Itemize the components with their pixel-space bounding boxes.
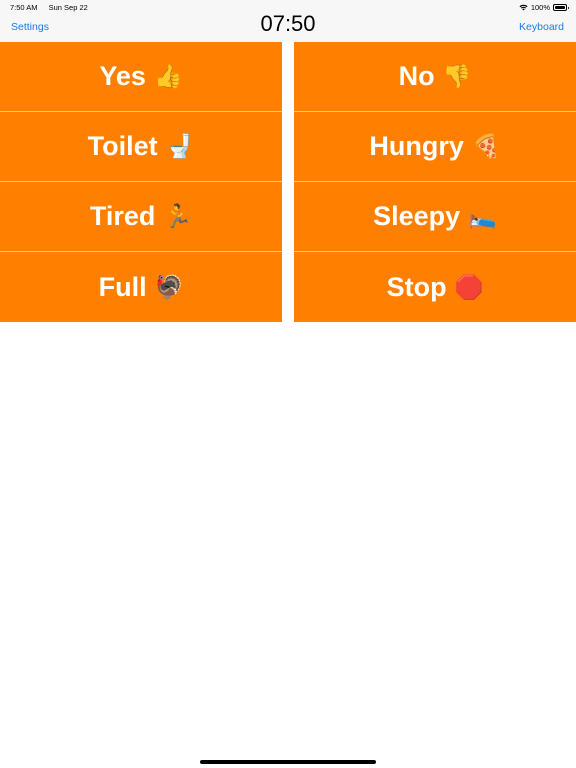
phrase-column-right: No 👎 Hungry 🍕 Sleepy 🛌 Stop 🛑 [294, 42, 576, 322]
phrase-grid: Yes 👍 Toilet 🚽 Tired 🏃 Full 🦃 No 👎 Hungr… [0, 42, 576, 322]
tile-full[interactable]: Full 🦃 [0, 252, 282, 322]
battery-icon [553, 4, 569, 11]
tile-label: Stop [386, 271, 447, 302]
phrase-column-left: Yes 👍 Toilet 🚽 Tired 🏃 Full 🦃 [0, 42, 282, 322]
keyboard-button[interactable]: Keyboard [519, 21, 564, 33]
status-date: Sun Sep 22 [48, 3, 88, 12]
tile-no[interactable]: No 👎 [294, 42, 576, 112]
clock-title: 07:50 [260, 11, 316, 36]
battery-fill [555, 6, 565, 9]
running-person-icon: 🏃 [163, 203, 193, 229]
pizza-icon: 🍕 [471, 133, 501, 159]
status-left: 7:50 AM Sun Sep 22 [10, 3, 88, 12]
tile-label: Toilet [87, 131, 158, 161]
tile-hungry[interactable]: Hungry 🍕 [294, 112, 576, 182]
wifi-icon [519, 4, 528, 11]
app-screen: 7:50 AM Sun Sep 22 100% 07:50 Settings K… [0, 0, 576, 768]
settings-button[interactable]: Settings [11, 21, 49, 33]
tile-label: Yes [99, 61, 146, 91]
tile-sleepy[interactable]: Sleepy 🛌 [294, 182, 576, 252]
tile-label: Hungry [369, 131, 464, 161]
status-right: 100% [519, 3, 569, 12]
tile-stop[interactable]: Stop 🛑 [294, 252, 576, 322]
home-indicator[interactable] [200, 760, 376, 764]
thumbs-down-icon: 👎 [442, 63, 472, 89]
tile-label: Tired [89, 201, 156, 231]
toilet-icon: 🚽 [165, 133, 195, 159]
turkey-icon: 🦃 [154, 273, 184, 300]
status-time: 7:50 AM [10, 3, 38, 12]
tile-label: Full [98, 271, 147, 302]
stop-sign-icon: 🛑 [454, 273, 484, 300]
bed-icon: 🛌 [468, 203, 497, 229]
thumbs-up-icon: 👍 [153, 63, 183, 89]
tile-yes[interactable]: Yes 👍 [0, 42, 282, 112]
tile-label: Sleepy [373, 201, 461, 231]
tile-tired[interactable]: Tired 🏃 [0, 182, 282, 252]
nav-bar: 07:50 Settings Keyboard [0, 11, 576, 42]
tile-label: No [398, 61, 435, 91]
battery-percent: 100% [530, 3, 550, 12]
tile-toilet[interactable]: Toilet 🚽 [0, 112, 282, 182]
